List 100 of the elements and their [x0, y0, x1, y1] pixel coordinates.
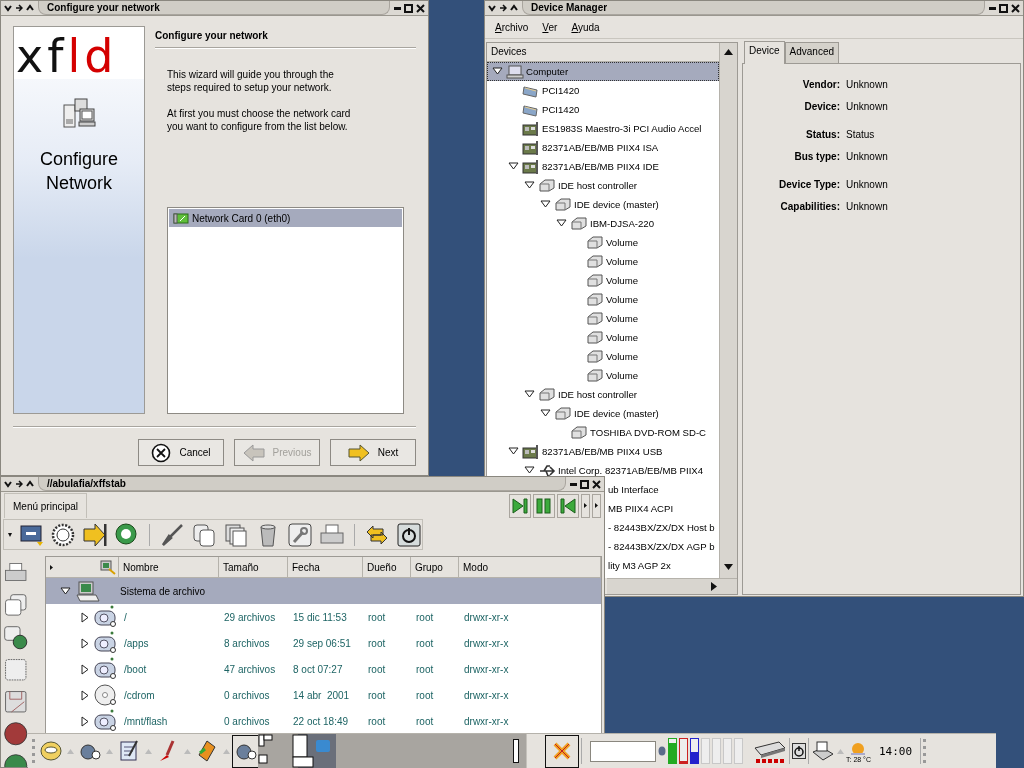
tree-row[interactable]: Volume: [487, 233, 719, 252]
tree-row[interactable]: Volume: [487, 328, 719, 347]
tree-row[interactable]: TOSHIBA DVD-ROM SD-C: [487, 423, 719, 442]
column-header[interactable]: Grupo: [411, 557, 459, 578]
pin-icon[interactable]: [15, 480, 23, 488]
tree-row[interactable]: Volume: [487, 290, 719, 309]
expand-triangle-icon[interactable]: [80, 611, 91, 623]
side-button[interactable]: [3, 688, 29, 716]
maximize-icon[interactable]: [999, 3, 1008, 13]
cancel-button[interactable]: Cancel: [138, 439, 224, 466]
expand-triangle-icon[interactable]: [80, 637, 91, 649]
tree-row[interactable]: Volume: [487, 309, 719, 328]
menu-item[interactable]: Ayuda: [565, 19, 606, 35]
media-button[interactable]: [533, 493, 555, 518]
instruction-text: This wizard will guide you through the steps required to setup your network.: [167, 68, 335, 94]
menu-item[interactable]: Archivo: [489, 19, 535, 35]
side-button[interactable]: [3, 720, 29, 748]
expand-triangle-icon[interactable]: [80, 689, 91, 701]
tree-row[interactable]: IDE host controller: [487, 176, 719, 195]
tree-row[interactable]: 82371AB/EB/MB PIIX4 ISA: [487, 138, 719, 157]
list-item[interactable]: Network Card 0 (eth0): [169, 209, 402, 227]
scroll-up-icon[interactable]: [724, 49, 733, 55]
collapse-triangle-icon[interactable]: [491, 66, 503, 77]
group-row[interactable]: Sistema de archivo: [46, 578, 601, 604]
pin-icon[interactable]: [15, 4, 23, 12]
collapse-triangle-icon[interactable]: [507, 161, 519, 172]
tree-row[interactable]: 82371AB/EB/MB PIIX4 USB: [487, 442, 719, 461]
tree-row[interactable]: PCI1420: [487, 81, 719, 100]
tree-row[interactable]: Volume: [487, 366, 719, 385]
column-header[interactable]: Nombre: [119, 557, 219, 578]
scroll-button[interactable]: [581, 493, 590, 518]
column-header[interactable]: [46, 557, 119, 578]
collapse-triangle-icon[interactable]: [523, 389, 535, 400]
collapse-triangle-icon[interactable]: [523, 180, 535, 191]
tree-row[interactable]: IDE host controller: [487, 385, 719, 404]
tab[interactable]: Advanced: [784, 42, 840, 63]
device-label: IDE host controller: [558, 389, 637, 400]
column-header: Devices: [487, 43, 719, 62]
collapse-triangle-icon[interactable]: [60, 585, 71, 597]
task-button[interactable]: [232, 734, 260, 768]
taskbar-slot[interactable]: [506, 734, 527, 768]
media-button[interactable]: [509, 493, 531, 518]
tree-row[interactable]: 82371AB/EB/MB PIIX4 IDE: [487, 157, 719, 176]
tab[interactable]: Device: [744, 41, 785, 64]
tree-row[interactable]: Volume: [487, 252, 719, 271]
tree-row[interactable]: IDE device (master): [487, 195, 719, 214]
toolbar-button[interactable]: [395, 521, 422, 548]
pin-icon[interactable]: [499, 4, 507, 12]
shade-chevron-icon[interactable]: [510, 4, 518, 12]
collapse-triangle-icon[interactable]: [539, 408, 551, 419]
task-button[interactable]: [545, 734, 579, 768]
menu-chevron-icon[interactable]: [4, 4, 12, 12]
expand-triangle-icon[interactable]: [80, 663, 91, 675]
menu-chevron-icon[interactable]: [488, 4, 496, 12]
close-icon[interactable]: [1011, 3, 1020, 13]
toolbar-button[interactable]: [114, 521, 140, 548]
close-icon[interactable]: [416, 3, 425, 13]
collapse-triangle-icon[interactable]: [539, 199, 551, 210]
side-button[interactable]: [3, 624, 29, 652]
shade-chevron-icon[interactable]: [26, 4, 34, 12]
main-menu-button[interactable]: Menú principal: [4, 493, 88, 518]
network-card-icon[interactable]: [753, 738, 787, 764]
tree-row[interactable]: Volume: [487, 347, 719, 366]
minimize-icon[interactable]: [394, 4, 401, 12]
tree-row[interactable]: IBM-DJSA-220: [487, 214, 719, 233]
next-button[interactable]: Next: [330, 439, 416, 466]
toolbar-button[interactable]: [50, 521, 76, 548]
tree-row[interactable]: IDE device (master): [487, 404, 719, 423]
toolbar-button[interactable]: [82, 521, 108, 548]
right-arrow-icon: [347, 443, 370, 462]
menu-item[interactable]: Ver: [536, 19, 564, 35]
tree-row[interactable]: ES1983S Maestro-3i PCI Audio Accel: [487, 119, 719, 138]
scroll-down-icon[interactable]: [724, 564, 733, 570]
minimize-icon[interactable]: [570, 480, 577, 488]
computer-icon: [76, 580, 100, 602]
dropdown-caret-icon[interactable]: [8, 532, 12, 537]
tree-row[interactable]: PCI1420: [487, 100, 719, 119]
tree-row[interactable]: Computer: [487, 62, 719, 81]
maximize-icon[interactable]: [580, 479, 589, 489]
power-icon[interactable]: [792, 743, 806, 759]
tree-row[interactable]: Volume: [487, 271, 719, 290]
column-header[interactable]: Modo: [459, 557, 601, 578]
scroll-button[interactable]: [592, 493, 601, 518]
column-header[interactable]: Dueño: [363, 557, 411, 578]
device-label: Volume: [606, 313, 638, 324]
tree-row[interactable]: Intel Corp. 82371AB/EB/MB PIIX4: [487, 461, 719, 480]
maximize-icon[interactable]: [404, 3, 413, 13]
collapse-triangle-icon[interactable]: [555, 218, 567, 229]
menu-chevron-icon[interactable]: [4, 480, 12, 488]
expand-triangle-icon[interactable]: [80, 715, 91, 727]
shade-chevron-icon[interactable]: [26, 480, 34, 488]
column-header[interactable]: Fecha: [288, 557, 363, 578]
column-header[interactable]: Tamaño: [219, 557, 288, 578]
minimize-icon[interactable]: [989, 4, 996, 12]
collapse-triangle-icon[interactable]: [507, 446, 519, 457]
close-icon[interactable]: [592, 479, 601, 489]
input-field[interactable]: [590, 740, 656, 762]
collapse-triangle-icon[interactable]: [523, 465, 535, 476]
media-button[interactable]: [557, 493, 579, 518]
scroll-right-icon[interactable]: [711, 582, 717, 591]
